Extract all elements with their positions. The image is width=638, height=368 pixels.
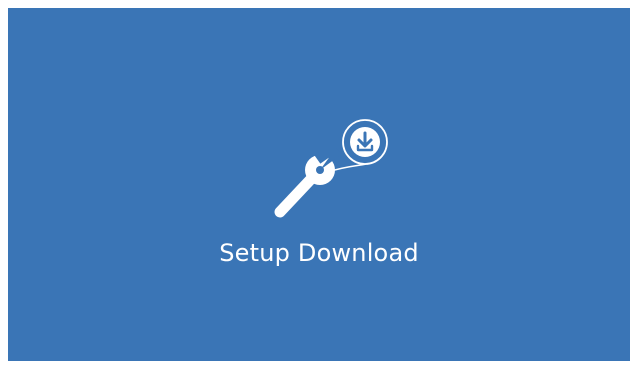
setup-download-tile[interactable]: Setup Download (8, 8, 630, 361)
download-icon (342, 119, 388, 165)
setup-download-icon (266, 108, 396, 228)
tile-label: Setup Download (219, 239, 419, 267)
wrench-icon (274, 146, 342, 218)
